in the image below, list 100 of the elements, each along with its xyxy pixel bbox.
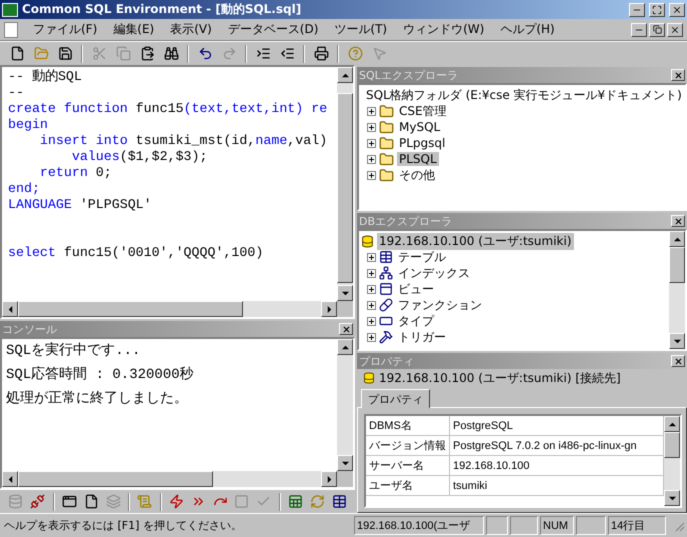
vertical-scrollbar[interactable] (669, 231, 685, 349)
expand-icon[interactable] (367, 332, 376, 342)
tree-item[interactable]: トリガー (396, 328, 448, 346)
arrow-icon (326, 306, 332, 312)
scroll-right-button[interactable] (321, 301, 337, 317)
vertical-scrollbar[interactable] (664, 416, 680, 506)
scroll-up-button[interactable] (337, 339, 353, 355)
scroll-left-button[interactable] (2, 301, 18, 317)
tree-item[interactable]: MySQL (397, 120, 442, 134)
arrow-icon (342, 72, 348, 78)
scroll-left-button[interactable] (2, 471, 18, 487)
expand-icon[interactable] (367, 252, 376, 262)
horizontal-scrollbar[interactable] (2, 471, 337, 487)
tab[interactable]: プロパティ (361, 389, 430, 408)
maximize-button[interactable] (649, 2, 665, 16)
scroll-thumb[interactable] (669, 247, 685, 283)
close-button[interactable] (671, 355, 685, 367)
tree-item[interactable]: CSE管理 (397, 102, 449, 120)
close-icon (674, 70, 682, 80)
scroll-up-button[interactable] (669, 231, 685, 247)
close-button[interactable] (671, 215, 685, 227)
close-button[interactable] (671, 69, 685, 81)
tree-item[interactable]: ファンクション (396, 296, 484, 314)
close-button[interactable] (667, 22, 683, 36)
table-import-icon (288, 494, 303, 509)
tree-item[interactable]: PLpgsql (397, 136, 448, 150)
status-message: ヘルプを表示するには [F1] を押してください。 (3, 518, 243, 533)
refresh-icon (310, 494, 325, 509)
restore-icon (652, 25, 662, 34)
expand-icon[interactable] (367, 284, 376, 294)
connection-label: 192.168.10.100 (ユーザ:tsumiki) [接続先] (379, 370, 621, 386)
scrollbar-corner (337, 471, 353, 487)
scroll-thumb[interactable] (664, 432, 680, 458)
close-button[interactable] (339, 323, 353, 335)
scroll-right-button[interactable] (321, 471, 337, 487)
menu-item[interactable]: 編集(E) (106, 19, 162, 40)
console-line: SQLを実行中です... (6, 341, 142, 361)
minimize-button[interactable] (631, 22, 647, 36)
menu-item[interactable]: ファイル(F) (26, 19, 104, 40)
status-pane: 192.168.10.100(ユーザ (354, 516, 484, 535)
scroll-up-button[interactable] (337, 67, 353, 83)
close-icon (674, 356, 682, 366)
tree-item[interactable]: タイプ (396, 312, 436, 330)
scroll-thumb[interactable] (18, 471, 213, 487)
menu-item[interactable]: ヘルプ(H) (493, 19, 562, 40)
tree-item[interactable]: インデックス (396, 264, 472, 282)
binoculars-icon (164, 46, 178, 61)
close-icon (670, 24, 680, 34)
horizontal-scrollbar[interactable] (2, 301, 337, 317)
expand-icon[interactable] (367, 122, 376, 132)
expand-icon[interactable] (367, 316, 376, 326)
tree-item[interactable]: その他 (397, 166, 437, 184)
code-editor[interactable]: -- 動的SQL -- create function func15(text,text,int) re begin insert into tsumiki_mst(id,name,val) values($1,$2,$3); return 0; end; LANGUAGE 'PLPGSQL' select func15('0010','QQQQ',100) (0, 65, 355, 319)
status-pane: NUM (540, 516, 574, 535)
scroll-down-button[interactable] (664, 490, 680, 506)
tree-item[interactable]: SQL格納フォルダ (E:¥cse 実行モジュール¥ドキュメント) (364, 86, 684, 104)
scroll-down-button[interactable] (337, 455, 353, 471)
expand-icon[interactable] (367, 268, 376, 278)
scroll-down-button[interactable] (337, 285, 353, 301)
expand-icon[interactable] (367, 106, 376, 116)
minimize-button[interactable] (629, 2, 645, 16)
arrow-icon (674, 236, 680, 242)
tree-item[interactable]: テーブル (396, 248, 448, 266)
expand-icon[interactable] (367, 154, 376, 164)
expand-icon[interactable] (367, 138, 376, 148)
new-file-icon (10, 46, 24, 61)
resize-grip-icon[interactable] (673, 520, 685, 532)
code-line: insert into tsumiki_mst(id,name,val) (38, 133, 328, 149)
close-button[interactable] (669, 2, 685, 16)
expand-icon[interactable] (367, 300, 376, 310)
menu-item[interactable]: ツール(T) (327, 19, 394, 40)
code-line: LANGUAGE 'PLPGSQL' (8, 197, 153, 213)
arrow-icon (6, 306, 14, 312)
vertical-scrollbar[interactable] (337, 67, 353, 301)
vertical-scrollbar[interactable] (337, 339, 353, 471)
tree-item[interactable]: PLSQL (397, 152, 439, 166)
scroll-up-button[interactable] (664, 416, 680, 432)
database-icon (361, 234, 374, 248)
menu-item[interactable]: 表示(V) (163, 19, 219, 40)
tree-item[interactable]: 192.168.10.100 (ユーザ:tsumiki) (377, 232, 574, 250)
disconnect-icon (30, 494, 46, 509)
status-pane (510, 516, 538, 535)
property-name: ユーザ名 (366, 476, 450, 495)
folder-icon (379, 120, 394, 134)
folder-icon (379, 136, 394, 150)
restore-button[interactable] (649, 22, 665, 36)
redo-icon (222, 46, 236, 61)
menu-item[interactable]: データベース(D) (220, 19, 326, 40)
arrow-icon (342, 290, 348, 296)
tree-item[interactable]: ビュー (396, 280, 436, 298)
scroll-down-button[interactable] (669, 333, 685, 349)
expand-icon[interactable] (367, 170, 376, 180)
folder-icon (379, 104, 394, 118)
scroll-thumb[interactable] (18, 301, 243, 317)
printer-icon (314, 46, 328, 61)
arrow-icon (326, 476, 332, 482)
console-line: SQL応答時間 : 0.320000秒 (6, 365, 195, 385)
menu-item[interactable]: ウィンドウ(W) (396, 19, 492, 40)
close-icon (672, 4, 682, 14)
scroll-thumb[interactable] (337, 93, 353, 283)
